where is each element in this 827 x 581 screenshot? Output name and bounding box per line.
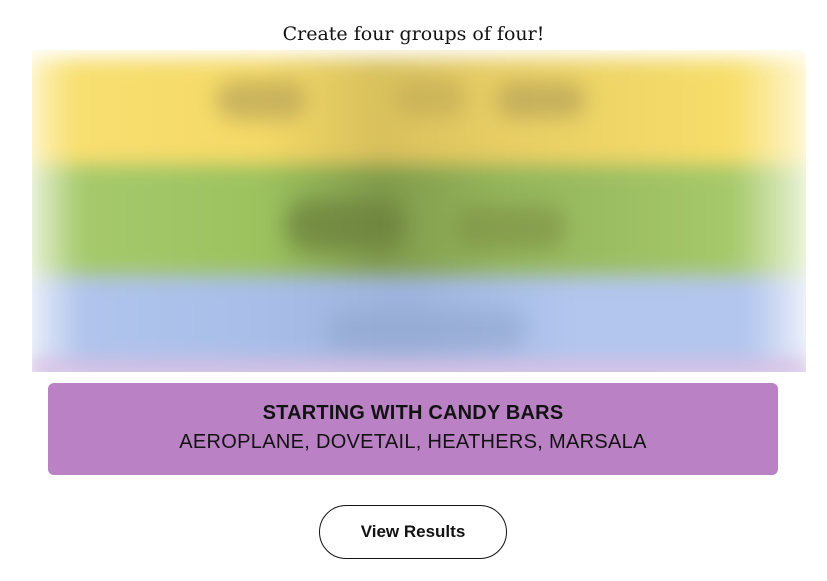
- blurred-text-smudge: [286, 200, 406, 250]
- solved-group-members: AEROPLANE, DOVETAIL, HEATHERS, MARSALA: [179, 431, 647, 453]
- blurred-purple-edge: [32, 360, 806, 372]
- blurred-text-smudge: [496, 82, 586, 118]
- blurred-green-group: [32, 165, 806, 285]
- view-results-button[interactable]: View Results: [319, 505, 507, 559]
- blurred-yellow-group: [32, 58, 806, 178]
- solved-group-card: STARTING WITH CANDY BARS AEROPLANE, DOVE…: [48, 383, 778, 475]
- connections-game: Create four groups of four! STARTING WIT…: [0, 0, 827, 581]
- blurred-groups: [32, 50, 806, 372]
- game-prompt: Create four groups of four!: [282, 23, 545, 45]
- blurred-groups-area: [32, 50, 806, 372]
- blurred-text-smudge: [326, 310, 526, 350]
- blurred-text-smudge: [456, 205, 566, 250]
- blurred-text-smudge: [216, 80, 306, 120]
- blurred-text-smudge: [396, 80, 466, 116]
- solved-group-title: STARTING WITH CANDY BARS: [262, 402, 564, 424]
